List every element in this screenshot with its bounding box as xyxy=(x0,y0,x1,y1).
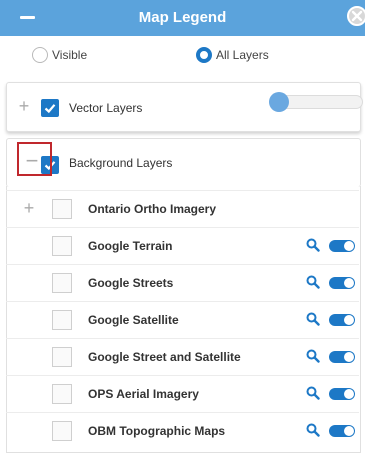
layer-toggle-switch[interactable] xyxy=(329,314,355,326)
layer-checkbox[interactable] xyxy=(52,236,72,256)
vector-layers-checkbox[interactable] xyxy=(41,99,59,117)
zoom-to-layer-search-icon[interactable] xyxy=(306,349,320,363)
highlight-box xyxy=(17,142,52,176)
layer-row-google-satellite: Google Satellite xyxy=(6,301,359,338)
background-layers-section: − Background Layers xyxy=(6,138,361,187)
layer-name: OPS Aerial Imagery xyxy=(88,387,199,401)
layer-row-ontario-ortho-imagery: + Ontario Ortho Imagery xyxy=(6,190,359,227)
layer-row-ops-aerial-imagery: OPS Aerial Imagery xyxy=(6,375,359,412)
map-legend-panel: Map Legend Visible All Layers + Vector L… xyxy=(0,0,365,456)
vector-layers-label: Vector Layers xyxy=(69,101,143,115)
zoom-to-layer-search-icon[interactable] xyxy=(306,423,320,437)
layer-toggle-switch[interactable] xyxy=(329,277,355,289)
opacity-slider-track[interactable] xyxy=(277,95,363,109)
radio-visible-circle[interactable] xyxy=(32,47,48,63)
toggle-knob xyxy=(344,278,354,288)
layer-toggle-switch[interactable] xyxy=(329,425,355,437)
close-circle-icon[interactable] xyxy=(347,6,365,26)
zoom-to-layer-search-icon[interactable] xyxy=(306,238,320,252)
layer-row-google-street-and-satellite: Google Street and Satellite xyxy=(6,338,359,375)
toggle-knob xyxy=(344,241,354,251)
legend-header: Map Legend xyxy=(0,0,365,36)
layer-checkbox[interactable] xyxy=(52,421,72,441)
layer-toggle-switch[interactable] xyxy=(329,240,355,252)
radio-all-layers-label: All Layers xyxy=(216,48,269,62)
layer-name: Google Streets xyxy=(88,276,174,290)
layer-toggle-switch[interactable] xyxy=(329,388,355,400)
expand-plus-icon[interactable]: + xyxy=(22,199,36,217)
background-layers-label: Background Layers xyxy=(69,156,173,170)
radio-all-layers[interactable]: All Layers xyxy=(196,45,269,65)
layer-checkbox[interactable] xyxy=(52,273,72,293)
radio-visible[interactable]: Visible xyxy=(32,45,87,65)
layer-row-google-terrain: Google Terrain xyxy=(6,227,359,264)
layer-checkbox[interactable] xyxy=(52,310,72,330)
layer-checkbox[interactable] xyxy=(52,384,72,404)
legend-title: Map Legend xyxy=(138,9,227,26)
toggle-knob xyxy=(344,426,354,436)
opacity-slider-handle[interactable] xyxy=(269,92,289,112)
layer-row-obm-topographic-maps: OBM Topographic Maps xyxy=(6,412,359,449)
vector-layers-section: + Vector Layers xyxy=(6,82,363,132)
layer-filter: Visible All Layers xyxy=(0,40,365,70)
zoom-to-layer-search-icon[interactable] xyxy=(306,386,320,400)
zoom-to-layer-search-icon[interactable] xyxy=(306,275,320,289)
layer-checkbox[interactable] xyxy=(52,347,72,367)
layer-row-google-streets: Google Streets xyxy=(6,264,359,301)
expand-plus-icon[interactable]: + xyxy=(17,97,31,115)
toggle-knob xyxy=(344,352,354,362)
layer-name: OBM Topographic Maps xyxy=(88,424,226,438)
zoom-to-layer-search-icon[interactable] xyxy=(306,312,320,326)
layer-name: Google Terrain xyxy=(88,239,173,253)
layer-name: Google Street and Satellite xyxy=(88,350,241,364)
toggle-knob xyxy=(344,389,354,399)
toggle-knob xyxy=(344,315,354,325)
layer-checkbox[interactable] xyxy=(52,199,72,219)
layer-toggle-switch[interactable] xyxy=(329,351,355,363)
layer-name: Google Satellite xyxy=(88,313,179,327)
layer-name: Ontario Ortho Imagery xyxy=(88,202,217,216)
radio-visible-label: Visible xyxy=(52,48,88,62)
radio-all-layers-circle[interactable] xyxy=(196,47,212,63)
